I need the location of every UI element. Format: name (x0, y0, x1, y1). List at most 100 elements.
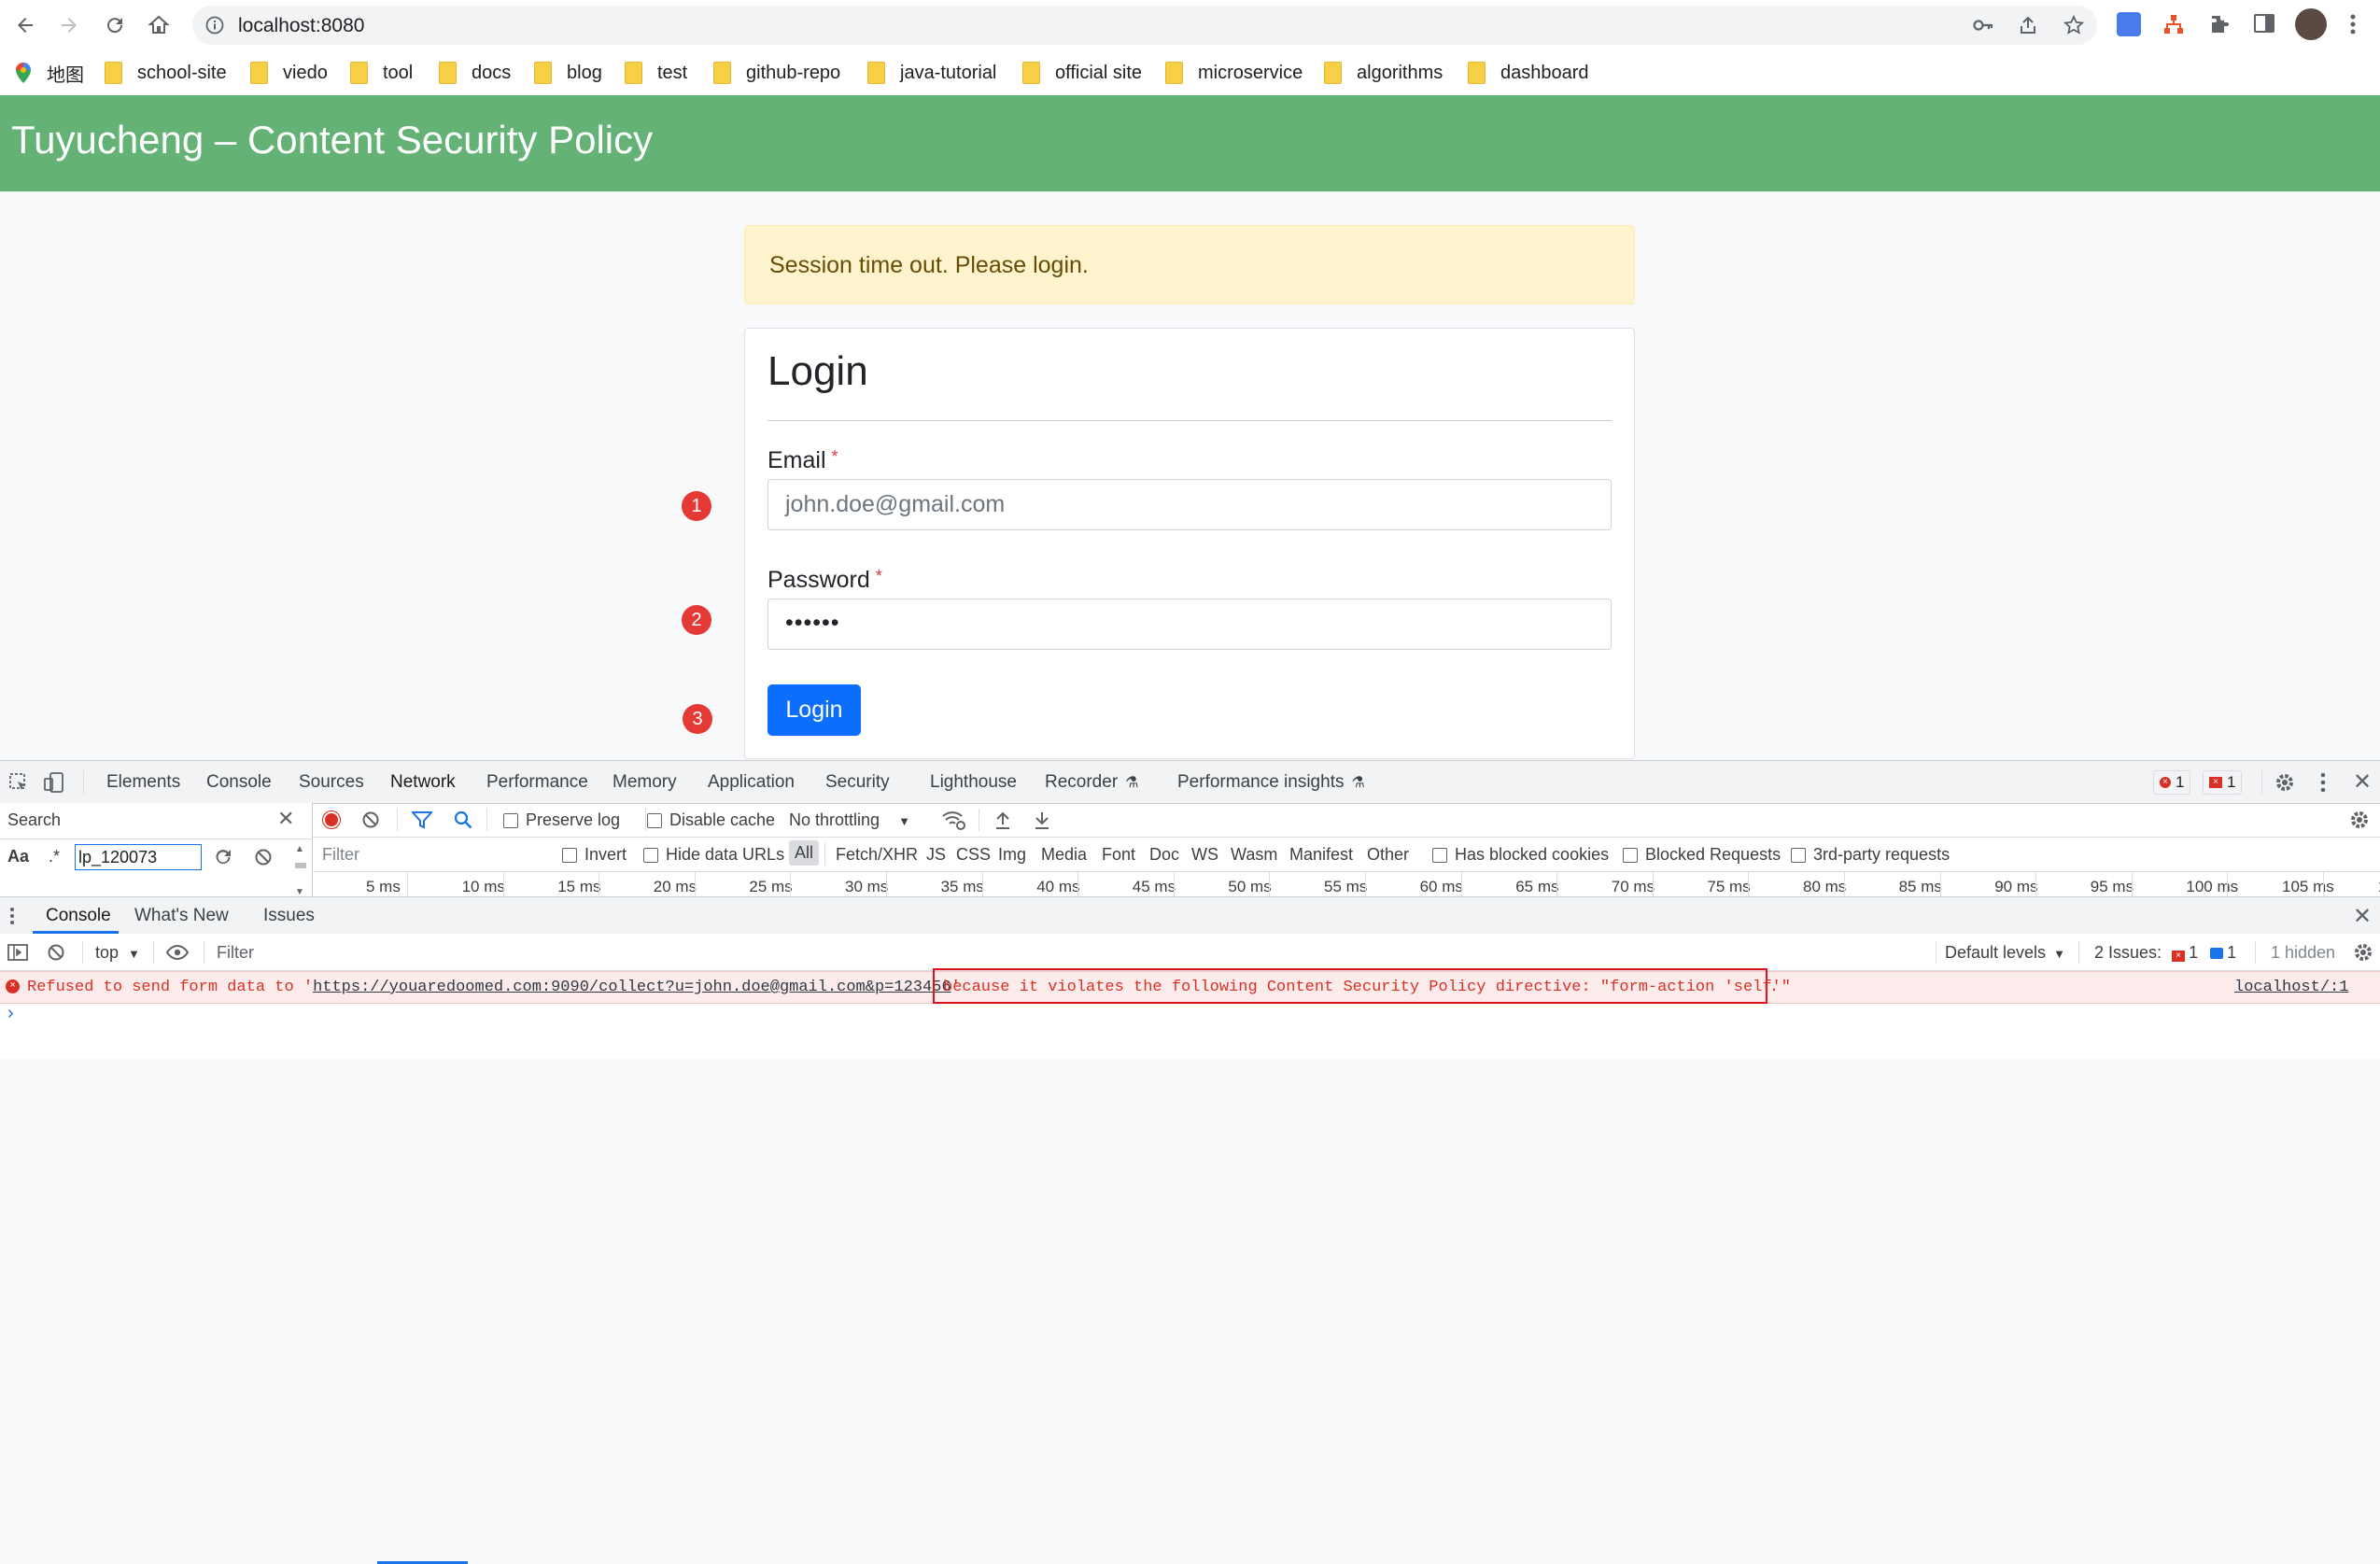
info-icon[interactable] (205, 16, 224, 39)
export-har-icon[interactable] (1033, 810, 1051, 835)
record-button[interactable] (322, 810, 341, 829)
password-value[interactable]: •••••• (785, 610, 840, 637)
side-panel-icon[interactable] (2254, 14, 2274, 33)
type-filter-media[interactable]: Media (1041, 845, 1087, 865)
bookmark-folder[interactable]: viedo (250, 50, 328, 95)
network-filter-input[interactable]: Filter (317, 841, 545, 867)
error-count-badge[interactable]: × 1 (2153, 770, 2191, 795)
filter-funnel-icon[interactable] (410, 810, 434, 834)
bookmark-folder[interactable]: test (625, 50, 687, 95)
drawer-tab-whats-new[interactable]: What's New (134, 897, 229, 934)
tab-recorder[interactable]: Recorder ⚗ (1045, 761, 1139, 803)
error-source-link[interactable]: localhost/:1 (2234, 979, 2348, 996)
context-select[interactable]: top ▼ (95, 943, 140, 963)
console-settings-icon[interactable] (2352, 941, 2374, 968)
issue-count-badge[interactable]: × 1 (2203, 770, 2243, 795)
close-devtools-icon[interactable]: ✕ (2353, 768, 2372, 796)
reload-icon[interactable] (99, 9, 131, 41)
chrome-menu-icon[interactable] (2349, 13, 2357, 40)
tab-sources[interactable]: Sources (299, 761, 364, 803)
bookmark-folder[interactable]: java-tutorial (867, 50, 996, 95)
type-filter-doc[interactable]: Doc (1149, 845, 1179, 865)
third-party-requests-checkbox[interactable]: 3rd-party requests (1791, 845, 1950, 865)
extensions-puzzle-icon[interactable] (2208, 13, 2231, 40)
error-url-link[interactable]: https://youaredoomed.com:9090/collect?u=… (313, 979, 951, 996)
tab-security[interactable]: Security (825, 761, 890, 803)
live-expression-eye-icon[interactable] (165, 944, 190, 965)
type-filter-other[interactable]: Other (1367, 845, 1409, 865)
has-blocked-cookies-checkbox[interactable]: Has blocked cookies (1432, 845, 1609, 865)
close-search-icon[interactable]: ✕ (277, 807, 294, 831)
type-filter-js[interactable]: JS (926, 845, 946, 865)
settings-gear-icon[interactable] (2274, 771, 2296, 798)
drawer-tab-console[interactable]: Console (46, 897, 111, 934)
bookmark-folder[interactable]: github-repo (713, 50, 840, 95)
network-conditions-icon[interactable] (941, 809, 965, 836)
sitemap-extension-icon[interactable] (2162, 13, 2185, 40)
network-settings-icon[interactable] (2348, 809, 2371, 836)
drawer-menu-icon[interactable] (9, 907, 15, 930)
key-icon[interactable] (1972, 15, 1994, 40)
tab-lighthouse[interactable]: Lighthouse (930, 761, 1017, 803)
search-icon[interactable] (454, 810, 472, 834)
hide-data-urls-checkbox[interactable]: Hide data URLs (643, 845, 784, 865)
profile-avatar[interactable] (2295, 8, 2327, 40)
tab-console[interactable]: Console (206, 761, 272, 803)
bookmark-folder[interactable]: microservice (1165, 50, 1303, 95)
back-icon[interactable] (9, 9, 41, 41)
bookmark-folder[interactable]: blog (534, 50, 602, 95)
show-sidebar-icon[interactable] (7, 943, 28, 966)
type-filter-manifest[interactable]: Manifest (1289, 845, 1353, 865)
bookmark-folder[interactable]: algorithms (1324, 50, 1443, 95)
tab-performance[interactable]: Performance (486, 761, 588, 803)
bookmark-folder[interactable]: official site (1022, 50, 1142, 95)
preserve-log-checkbox[interactable]: Preserve log (503, 810, 620, 830)
type-filter-ws[interactable]: WS (1191, 845, 1218, 865)
search-input-value[interactable]: lp_120073 (78, 848, 157, 867)
email-value[interactable]: john.doe@gmail.com (785, 491, 1005, 518)
bookmark-folder[interactable]: school-site (105, 50, 227, 95)
tab-network[interactable]: Network (390, 761, 456, 803)
tab-memory[interactable]: Memory (613, 761, 677, 803)
login-button[interactable]: Login (768, 684, 861, 736)
tab-elements[interactable]: Elements (106, 761, 180, 803)
inspect-element-icon[interactable] (8, 772, 29, 797)
import-har-icon[interactable] (993, 810, 1012, 835)
throttling-select[interactable]: No throttling ▼ (789, 810, 910, 830)
bookmark-folder[interactable]: tool (350, 50, 413, 95)
share-icon[interactable] (2018, 15, 2038, 40)
bookmark-map[interactable]: 地图 (15, 50, 84, 95)
address-bar[interactable]: localhost:8080 (192, 6, 2097, 45)
bookmark-star-icon[interactable] (2063, 14, 2085, 41)
bookmark-folder[interactable]: dashboard (1468, 50, 1589, 95)
drawer-tab-issues[interactable]: Issues (263, 897, 315, 934)
type-filter-wasm[interactable]: Wasm (1231, 845, 1277, 865)
type-filter-img[interactable]: Img (998, 845, 1026, 865)
clear-search-icon[interactable] (254, 848, 273, 871)
blocked-requests-checkbox[interactable]: Blocked Requests (1623, 845, 1781, 865)
clear-log-icon[interactable] (361, 810, 380, 834)
email-field[interactable]: john.doe@gmail.com (768, 479, 1612, 530)
log-levels-select[interactable]: Default levels ▼ (1945, 943, 2065, 963)
url-text[interactable]: localhost:8080 (238, 15, 364, 37)
search-scrollbar[interactable]: ▲ ▼ (295, 844, 306, 900)
console-prompt[interactable]: › (7, 1003, 14, 1024)
match-case-toggle[interactable]: Aa (7, 847, 29, 867)
tab-performance-insights[interactable]: Performance insights ⚗ (1177, 761, 1365, 803)
forward-icon[interactable] (53, 9, 85, 41)
translate-extension-icon[interactable] (2117, 12, 2141, 36)
devtools-menu-icon[interactable] (2319, 771, 2327, 798)
clear-console-icon[interactable] (47, 943, 65, 966)
type-filter-css[interactable]: CSS (956, 845, 991, 865)
bookmark-folder[interactable]: docs (439, 50, 511, 95)
type-filter-fetch-xhr[interactable]: Fetch/XHR (836, 845, 918, 865)
close-drawer-icon[interactable]: ✕ (2353, 903, 2372, 930)
invert-checkbox[interactable]: Invert (562, 845, 627, 865)
type-filter-font[interactable]: Font (1102, 845, 1135, 865)
disable-cache-checkbox[interactable]: Disable cache (647, 810, 775, 830)
type-filter-all[interactable]: All (789, 840, 820, 866)
search-input[interactable]: lp_120073 (75, 844, 202, 870)
console-filter-input[interactable]: Filter (211, 938, 1933, 965)
password-field[interactable]: •••••• (768, 599, 1612, 650)
refresh-search-icon[interactable] (213, 847, 233, 872)
